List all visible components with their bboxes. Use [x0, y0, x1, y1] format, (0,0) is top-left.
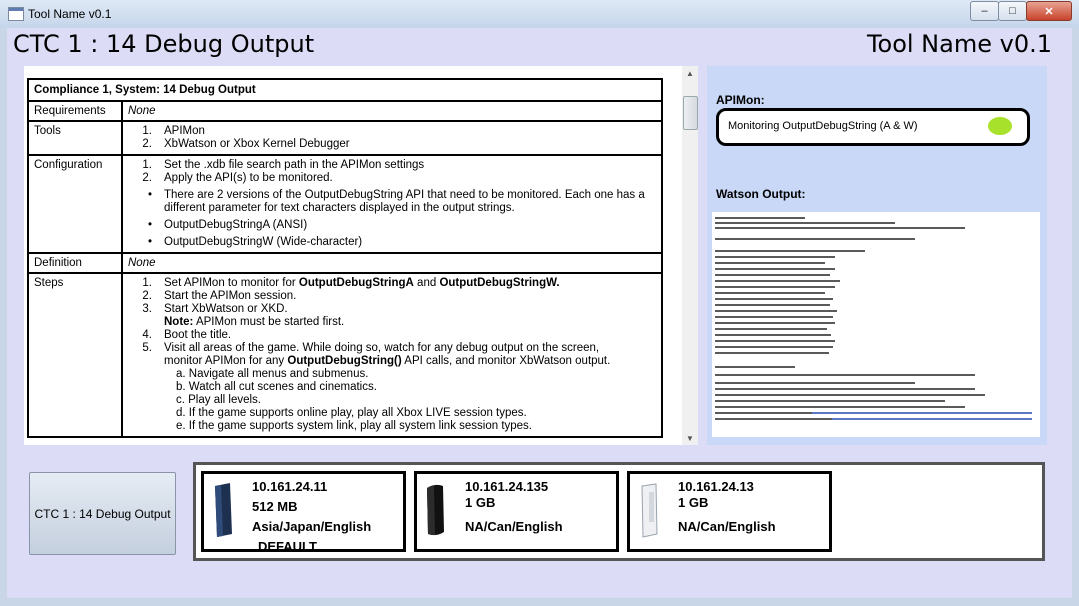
row-value: None [121, 252, 663, 274]
list-item: 1. Set APIMon to monitor for OutputDebugS… [142, 277, 560, 289]
scroll-down-arrow-icon[interactable]: ▼ [682, 431, 698, 445]
maximize-button[interactable]: □ [998, 1, 1027, 21]
table-row-requirements: Requirements None [27, 100, 663, 122]
console-default-tag: DEFAULT [258, 539, 317, 554]
scroll-thumb[interactable] [683, 96, 698, 130]
test-case-document-panel[interactable]: Compliance 1, System: 14 Debug Output Re… [24, 66, 698, 445]
list-item: 2. Apply the API(s) to be monitored. [142, 172, 333, 184]
console-region: Asia/Japan/English [252, 519, 372, 534]
watson-log-lines [715, 217, 1032, 420]
console-card[interactable]: 10.161.24.135 1 GB NA/Can/English [414, 471, 619, 552]
bullet-item: • OutputDebugStringA (ANSI) [147, 219, 308, 231]
row-label: Tools [27, 120, 123, 156]
table-row-tools: Tools 1. APIMon 2. XbWatson or Xbox Kernel… [27, 120, 663, 156]
window-client-area: CTC 1 : 14 Debug Output Tool Name v0.1 C… [7, 28, 1072, 598]
xbox-console-dark-blue-icon [215, 483, 232, 537]
minimize-button[interactable]: – [970, 1, 999, 21]
row-label: Configuration [27, 154, 123, 254]
list-item: 1. APIMon [142, 125, 205, 137]
console-card[interactable]: 10.161.24.13 1 GB NA/Can/English [627, 471, 832, 552]
watson-output-log[interactable] [712, 212, 1040, 437]
console-memory: 1 GB [678, 495, 709, 510]
table-row-steps: Steps 1. Set APIMon to monitor for Output… [27, 272, 663, 438]
list-item: 2. Start the APIMon session. [142, 290, 297, 302]
sub-step: c. Play all levels. [176, 394, 262, 406]
ctc-title: CTC 1 : 14 Debug Output [13, 30, 315, 58]
console-memory: 1 GB [465, 495, 496, 510]
window-titlebar[interactable]: Tool Name v0.1 – □ ✕ [0, 0, 1079, 28]
list-item: 3. Start XbWatson or XKD. Note: APIMon mus… [142, 303, 345, 328]
console-memory: 512 MB [252, 499, 298, 514]
list-item: 5. Visit all areas of the game. While doi… [142, 342, 611, 367]
list-item: 4. Boot the title. [142, 329, 232, 341]
window-title: Tool Name v0.1 [28, 7, 112, 21]
close-button[interactable]: ✕ [1026, 1, 1072, 21]
xbox-console-black-icon [427, 484, 444, 536]
table-heading: Compliance 1, System: 14 Debug Output [27, 78, 663, 102]
apimon-status-text: Monitoring OutputDebugString (A & W) [728, 120, 918, 132]
tool-title: Tool Name v0.1 [866, 30, 1052, 58]
row-value: 1. Set the .xdb file search path in the A… [121, 154, 663, 254]
watson-label: Watson Output: [716, 187, 806, 201]
xbox-console-white-icon [641, 483, 658, 538]
sub-step: b. Watch all cut scenes and cinematics. [176, 381, 377, 393]
console-ip: 10.161.24.135 [465, 479, 549, 494]
test-case-table: Compliance 1, System: 14 Debug Output Re… [27, 78, 663, 438]
scroll-up-arrow-icon[interactable]: ▲ [682, 66, 698, 80]
table-row-definition: Definition None [27, 252, 663, 274]
row-label: Requirements [27, 100, 123, 122]
status-indicator-icon [988, 117, 1012, 135]
row-value: 1. APIMon 2. XbWatson or Xbox Kernel Debug… [121, 120, 663, 156]
console-ip: 10.161.24.11 [252, 479, 328, 494]
sub-step: d. If the game supports online play, pla… [176, 407, 527, 419]
document-scrollbar[interactable]: ▲ ▼ [682, 66, 698, 445]
bullet-item: • There are 2 versions of the OutputDebug… [147, 189, 645, 214]
bullet-item: • OutputDebugStringW (Wide-character) [147, 236, 363, 248]
app-window-icon [8, 7, 24, 21]
list-item: 1. Set the .xdb file search path in the A… [142, 159, 425, 171]
list-item: 2. XbWatson or Xbox Kernel Debugger [142, 138, 350, 150]
sub-step: a. Navigate all menus and submenus. [176, 368, 369, 380]
ctc-debug-output-button[interactable]: CTC 1 : 14 Debug Output [29, 472, 176, 555]
row-value: 1. Set APIMon to monitor for OutputDebugS… [121, 272, 663, 438]
console-ip: 10.161.24.13 [678, 479, 754, 494]
consoles-panel: 10.161.24.11 512 MB Asia/Japan/English D… [193, 462, 1045, 561]
row-label: Definition [27, 252, 123, 274]
monitor-panel: APIMon: Monitoring OutputDebugString (A … [707, 66, 1047, 445]
document-viewport: Compliance 1, System: 14 Debug Output Re… [24, 66, 682, 445]
console-region: NA/Can/English [678, 519, 776, 534]
apimon-status-box: Monitoring OutputDebugString (A & W) [716, 108, 1030, 146]
console-region: NA/Can/English [465, 519, 563, 534]
window-controls: – □ ✕ [970, 1, 1072, 21]
apimon-label: APIMon: [716, 93, 765, 107]
row-label: Steps [27, 272, 123, 438]
sub-step: e. If the game supports system link, pla… [176, 420, 533, 432]
table-row-configuration: Configuration 1. Set the .xdb file search… [27, 154, 663, 254]
console-card[interactable]: 10.161.24.11 512 MB Asia/Japan/English D… [201, 471, 406, 554]
row-value: None [121, 100, 663, 122]
